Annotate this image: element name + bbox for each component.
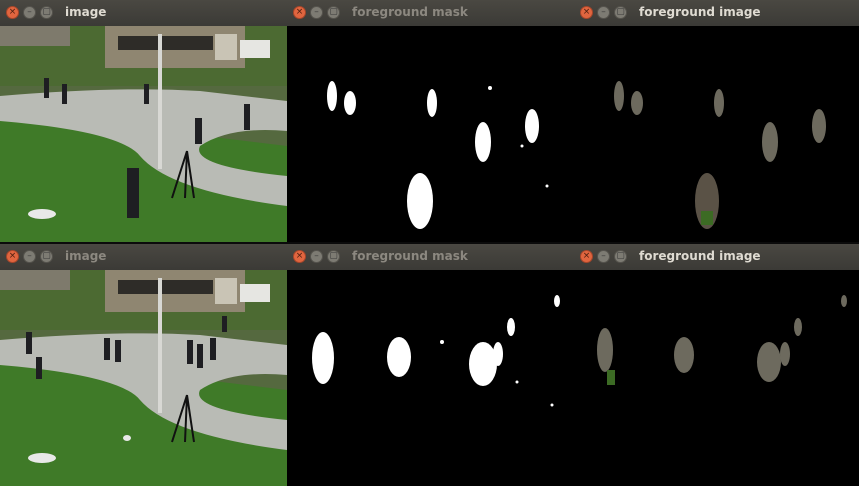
close-icon[interactable]: × xyxy=(293,250,306,263)
close-icon[interactable]: × xyxy=(6,6,19,19)
minimize-icon[interactable]: – xyxy=(23,250,36,263)
mask-frame xyxy=(287,26,574,242)
mask-frame xyxy=(287,270,574,486)
window-image-bottom[interactable]: × – ▢ image xyxy=(0,244,287,486)
window-title: image xyxy=(65,5,107,19)
titlebar[interactable]: × – ▢ foreground image xyxy=(574,244,859,271)
minimize-icon[interactable]: – xyxy=(23,6,36,19)
close-icon[interactable]: × xyxy=(6,250,19,263)
titlebar[interactable]: × – ▢ image xyxy=(0,0,287,27)
window-mask-bottom[interactable]: × – ▢ foreground mask xyxy=(287,244,574,486)
titlebar[interactable]: × – ▢ foreground mask xyxy=(287,0,574,27)
foreground-frame xyxy=(574,26,859,242)
maximize-icon[interactable]: ▢ xyxy=(614,6,627,19)
window-title: foreground image xyxy=(639,5,761,19)
window-title: foreground mask xyxy=(352,249,468,263)
window-title: image xyxy=(65,249,107,263)
window-foreground-bottom[interactable]: × – ▢ foreground image xyxy=(574,244,859,486)
close-icon[interactable]: × xyxy=(293,6,306,19)
titlebar[interactable]: × – ▢ image xyxy=(0,244,287,271)
titlebar[interactable]: × – ▢ foreground mask xyxy=(287,244,574,271)
close-icon[interactable]: × xyxy=(580,250,593,263)
window-mask-top[interactable]: × – ▢ foreground mask xyxy=(287,0,574,242)
maximize-icon[interactable]: ▢ xyxy=(327,6,340,19)
maximize-icon[interactable]: ▢ xyxy=(40,250,53,263)
window-title: foreground mask xyxy=(352,5,468,19)
foreground-frame xyxy=(574,270,859,486)
close-icon[interactable]: × xyxy=(580,6,593,19)
window-image-top[interactable]: × – ▢ image xyxy=(0,0,287,242)
maximize-icon[interactable]: ▢ xyxy=(40,6,53,19)
minimize-icon[interactable]: – xyxy=(597,6,610,19)
window-title: foreground image xyxy=(639,249,761,263)
minimize-icon[interactable]: – xyxy=(597,250,610,263)
minimize-icon[interactable]: – xyxy=(310,6,323,19)
camera-frame xyxy=(0,26,287,242)
maximize-icon[interactable]: ▢ xyxy=(614,250,627,263)
window-foreground-top[interactable]: × – ▢ foreground image xyxy=(574,0,859,242)
minimize-icon[interactable]: – xyxy=(310,250,323,263)
maximize-icon[interactable]: ▢ xyxy=(327,250,340,263)
titlebar[interactable]: × – ▢ foreground image xyxy=(574,0,859,27)
camera-frame xyxy=(0,270,287,486)
